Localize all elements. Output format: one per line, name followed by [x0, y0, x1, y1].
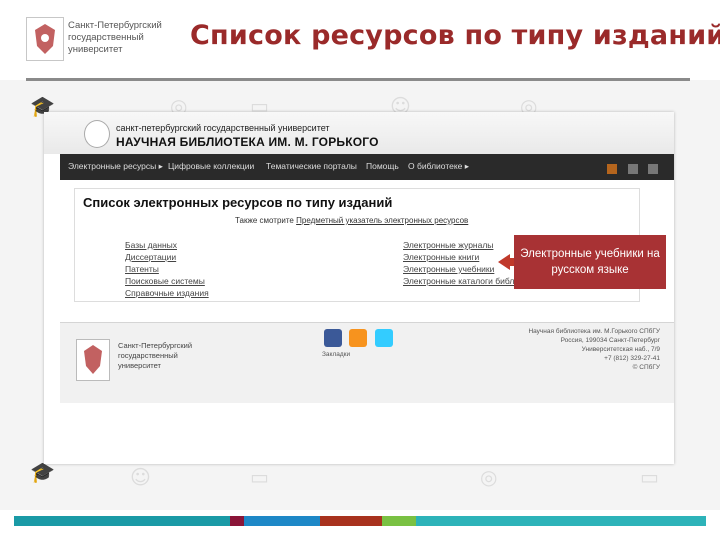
slide-title: Список ресурсов по типу изданий	[190, 20, 720, 51]
page-title: Список электронных ресурсов по типу изда…	[83, 195, 393, 210]
see-also-label: Также смотрите	[235, 216, 294, 225]
book-icon: ▭	[640, 465, 659, 489]
social-icons	[324, 329, 396, 352]
title-divider	[26, 78, 690, 81]
footer-university-name: Санкт-Петербургский государственный унив…	[118, 341, 193, 370]
mail-icon[interactable]	[648, 164, 658, 174]
rss-feed-icon[interactable]	[349, 329, 368, 347]
link-reference[interactable]: Справочные издания	[125, 287, 209, 299]
rss-icon[interactable]	[607, 164, 618, 174]
nav-item-digital-collections[interactable]: Цифровые коллекции	[168, 161, 254, 171]
person-icon: ☺	[130, 465, 151, 489]
site-footer: Санкт-Петербургский государственный унив…	[60, 322, 674, 403]
footer-address: Научная библиотека им. М.Горького СПбГУ …	[528, 328, 660, 371]
link-search-engines[interactable]: Поисковые системы	[125, 275, 209, 287]
callout-arrow-icon	[498, 254, 510, 270]
bookmarks-widget[interactable]: Закладки	[322, 351, 350, 358]
see-also: Также смотрите Предметный указатель элек…	[235, 216, 468, 225]
nav-icons	[601, 161, 658, 179]
book-icon: ▭	[250, 465, 269, 489]
nav-item-thematic-portals[interactable]: Тематические порталы	[266, 161, 357, 171]
nav-item-e-resources[interactable]: Электронные ресурсы ▸	[68, 161, 163, 172]
facebook-icon[interactable]	[324, 329, 342, 347]
university-logo	[26, 17, 64, 61]
link-databases[interactable]: Базы данных	[125, 239, 209, 251]
library-logo	[84, 120, 110, 148]
resource-list-left: Базы данных Диссертации Патенты Поисковы…	[125, 239, 209, 299]
print-icon[interactable]	[627, 164, 638, 174]
link-patents[interactable]: Патенты	[125, 263, 209, 275]
twitter-icon[interactable]	[374, 329, 393, 347]
subject-index-link[interactable]: Предметный указатель электронных ресурсо…	[296, 216, 468, 225]
site-title: НАУЧНАЯ БИБЛИОТЕКА ИМ. М. ГОРЬКОГО	[116, 135, 379, 149]
globe-icon: ◎	[480, 465, 498, 489]
footer-logo	[76, 339, 110, 381]
bottom-color-bar	[14, 513, 706, 526]
nav-item-about[interactable]: О библиотеке ▸	[408, 161, 469, 172]
site-header: санкт-петербургский государственный унив…	[44, 112, 674, 154]
site-navbar: Электронные ресурсы ▸ Цифровые коллекции…	[60, 154, 674, 180]
site-subtitle: санкт-петербургский государственный унив…	[116, 123, 330, 133]
link-dissertations[interactable]: Диссертации	[125, 251, 209, 263]
callout-box: Электронные учебники на русском языке	[514, 235, 666, 289]
university-name: Санкт-Петербургский государственный унив…	[68, 20, 162, 55]
nav-item-help[interactable]: Помощь	[366, 161, 399, 171]
